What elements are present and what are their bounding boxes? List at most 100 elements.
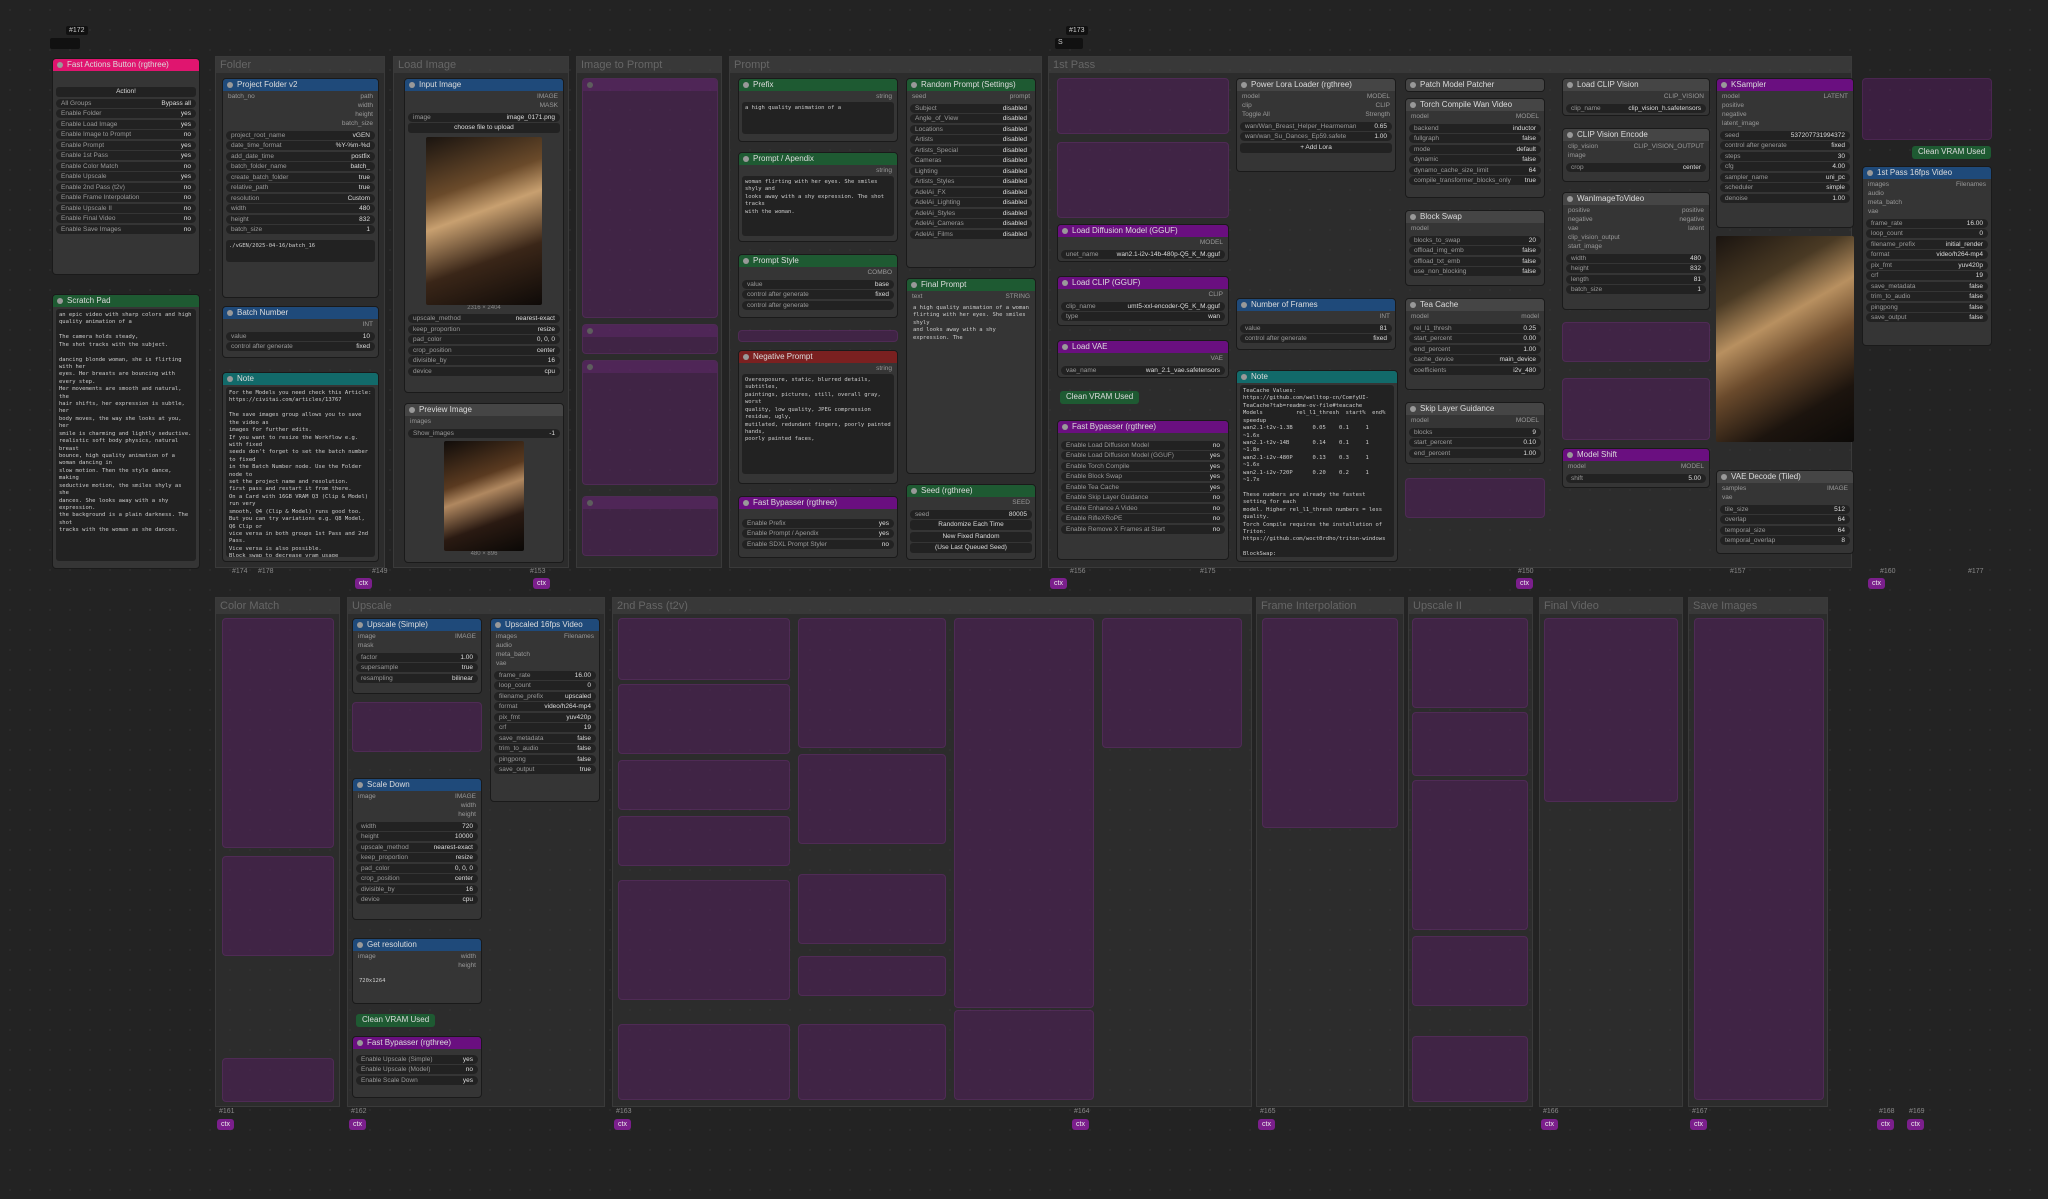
widget[interactable]: supersample true [356,663,478,672]
widget[interactable]: upscale_method nearest-exact [356,842,478,852]
tea-cache-node[interactable]: Tea Cache model model rel_l1_thresh 0.25 sta… [1405,298,1545,390]
crop-select[interactable]: crop center [1566,162,1706,172]
bypass-toggle[interactable]: Enable Skip Layer Guidance no [1061,493,1225,502]
widget[interactable]: pad_color 0, 0, 0 [356,863,478,873]
add-lora-button[interactable]: + Add Lora [1240,142,1392,153]
widget[interactable]: height 832 [226,214,375,224]
widget[interactable]: height 10000 [356,832,478,841]
seed-value[interactable]: seed 80005 [910,509,1032,519]
enhance-video-node[interactable] [1405,478,1545,518]
widget[interactable]: add_date_time postfix [226,151,375,161]
load-clip-gguf-node[interactable]: Load CLIP (GGUF) CLIP clip_name umt5-xxl-… [1057,276,1229,326]
image-to-prompt-node[interactable] [582,324,718,354]
vae-decode-node[interactable]: VAE Decode (Tiled) samples IMAGE vae tile… [1716,470,1854,554]
bypassed-node[interactable] [1862,78,1992,140]
ctx-reroute[interactable]: ctx [1516,578,1533,589]
widget[interactable]: Angle_of_View disabled [910,114,1032,123]
upscale-ii-node[interactable] [1412,780,1528,930]
prompt-apendix-node[interactable]: Prompt / Apendix string woman flirting w… [738,152,898,242]
ctx-reroute[interactable]: ctx [1541,1119,1558,1130]
upscale-simple-node[interactable]: Upscale (Simple) image IMAGE mask factor 1… [352,618,482,694]
fast-bypasser-node[interactable]: Fast Bypasser (rgthree) Enable Load Diff… [1057,420,1229,560]
widget[interactable]: relative_path true [226,183,375,192]
bypassed-node[interactable] [1562,322,1710,362]
prefix-text[interactable]: a high quality animation of a [742,102,894,134]
widget[interactable]: crf 19 [494,723,596,732]
clean-vram-node[interactable]: Clean VRAM Used [1912,146,1992,159]
widget[interactable]: resolution Custom [226,193,375,203]
bypassed-node[interactable] [1562,378,1710,440]
widget[interactable]: control after generate fixed [742,290,894,299]
skip-layer-node[interactable]: Skip Layer Guidance model MODEL blocks 9 sta… [1405,402,1545,464]
upscale-model-node[interactable] [352,702,482,752]
widget[interactable]: trim_to_audio false [1866,292,1988,301]
power-lora-node[interactable]: Power Lora Loader (rgthree) model MODEL c… [1236,78,1396,172]
clip-vision-select[interactable]: clip_name clip_vision_h.safetensors [1566,103,1706,113]
ctx-reroute[interactable]: ctx [1050,578,1067,589]
final-prompt-node[interactable]: Final Prompt text STRING a high quality a… [906,278,1036,474]
widget[interactable]: steps 30 [1720,151,1850,161]
upscaled-video-node[interactable]: Upscaled 16fps Video images Filenames aud… [490,618,600,802]
widget[interactable]: pix_fmt yuv420p [1866,260,1988,270]
widget[interactable]: backend inductor [1409,123,1541,133]
widget[interactable]: value base [742,279,894,289]
second-pass-node[interactable] [618,816,790,866]
input-image-node[interactable]: Input Image IMAGE MASK image image_0171.p… [404,78,564,393]
number-of-frames-node[interactable]: Number of Frames INT value 81 control aft… [1236,298,1396,350]
randomize-button[interactable]: Randomize Each Time [910,520,1032,530]
bypass-toggle[interactable]: Enable RifleXRoPE no [1061,514,1225,523]
color-match-node[interactable] [222,618,334,848]
ctx-reroute[interactable]: ctx [614,1119,631,1130]
fast-bypasser-node[interactable]: Fast Bypasser (rgthree) Enable Upscale (… [352,1036,482,1098]
widget[interactable]: AdelAi_Styles disabled [910,208,1032,218]
clip-vision-encode-node[interactable]: CLIP Vision Encode clip_vision CLIP_VISIO… [1562,128,1710,182]
load-diffusion-node[interactable] [1057,78,1229,134]
widget[interactable]: filename_prefix initial_render [1866,239,1988,249]
widget[interactable]: format video/h264-mp4 [494,702,596,711]
patch-model-node[interactable]: Patch Model Patcher [1405,78,1545,92]
widget[interactable]: frame_rate 16.00 [1866,218,1988,228]
second-pass-node[interactable] [618,760,790,810]
widget[interactable]: compile_transformer_blocks_only true [1409,176,1541,185]
scale-down-node[interactable]: Scale Down image IMAGE width height width… [352,778,482,920]
clip-name-select[interactable]: clip_name umt5-xxl-encoder-Q5_K_M.gguf [1061,301,1225,311]
widget[interactable]: Artists_Styles disabled [910,177,1032,186]
project-folder-node[interactable]: Project Folder v2 batch_no path width hei… [222,78,379,298]
widget[interactable]: Subject disabled [910,103,1032,113]
widget[interactable]: Artists_Special disabled [910,145,1032,155]
load-diffusion-gguf-node[interactable]: Load Diffusion Model (GGUF) MODEL unet_n… [1057,224,1229,262]
widget[interactable]: end_percent 1.00 [1409,448,1541,458]
widget[interactable]: pix_fmt yuv420p [494,712,596,722]
second-pass-node[interactable] [954,1010,1094,1100]
upscale-ii-node[interactable] [1412,1036,1528,1102]
widget[interactable]: factor 1.00 [356,652,478,662]
color-match-node[interactable] [222,1058,334,1102]
last-seed-button[interactable]: (Use Last Queued Seed) [910,543,1032,553]
bypass-toggle[interactable]: Enable Remove X Frames at Start no [1061,524,1225,534]
group-toggle[interactable]: Enable 1st Pass yes [56,151,196,160]
widget[interactable]: start_percent 0.00 [1409,334,1541,343]
bypass-toggle[interactable]: Enable Upscale (Simple) yes [356,1054,478,1064]
widget[interactable]: crop_position center [408,345,560,355]
widget[interactable]: width 480 [1566,253,1706,263]
new-fixed-random-button[interactable]: New Fixed Random [910,531,1032,542]
widget[interactable]: pingpong false [1866,302,1988,312]
sdxl-styler-node[interactable] [738,330,898,342]
model-shift-node[interactable]: Model Shift model MODEL shift 5.00 [1562,448,1710,488]
widget[interactable]: divisible_by 16 [408,356,560,365]
block-swap-node[interactable]: Block Swap model blocks_to_swap 20 offload_… [1405,210,1545,286]
widget[interactable]: crf 19 [1866,271,1988,280]
widget[interactable]: rel_l1_thresh 0.25 [1409,323,1541,333]
final-prompt-text[interactable]: a high quality animation of a woman flir… [910,302,1032,342]
widget[interactable]: project_root_name vGEN [226,130,375,140]
widget[interactable]: keep_proportion resize [408,324,560,334]
widget[interactable]: temporal_overlap 8 [1720,536,1850,545]
second-pass-node[interactable] [618,618,790,680]
second-pass-node[interactable] [1102,618,1242,748]
group-toggle[interactable]: Enable Frame Interpolation no [56,193,196,202]
widget[interactable]: date_time_format %Y-%m-%d [226,141,375,150]
bypass-toggle[interactable]: Enable Prefix yes [742,518,894,528]
widget[interactable]: tile_size 512 [1720,504,1850,514]
upscale-ii-node[interactable] [1412,936,1528,1006]
seed-node[interactable]: Seed (rgthree) SEED seed 80005 Randomize … [906,484,1036,560]
